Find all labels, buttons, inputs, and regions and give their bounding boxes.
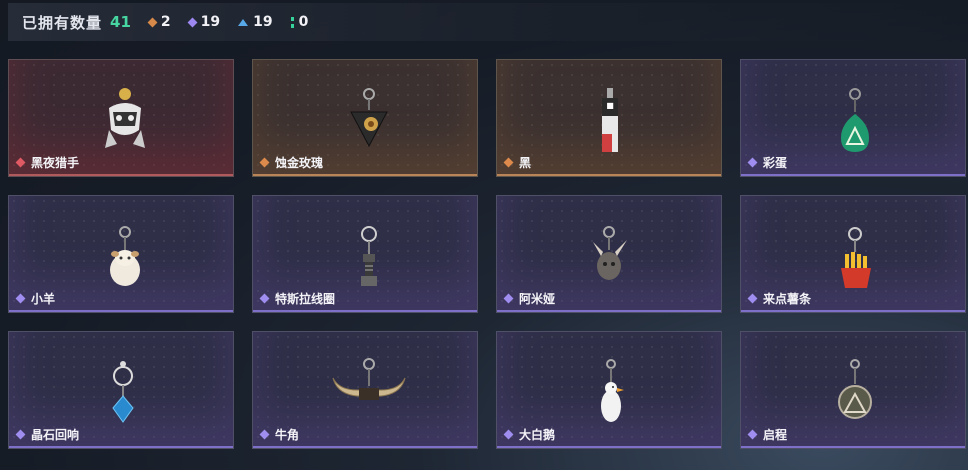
- charm-label: 蚀金玫瑰: [259, 154, 324, 171]
- charm-card-tesla-coil[interactable]: 特斯拉线圈: [252, 195, 478, 313]
- gilded-rose-charm-icon: [350, 88, 388, 148]
- charm-name: 晶石回响: [31, 428, 80, 442]
- charm-label: 来点薯条: [747, 290, 812, 307]
- stat-orange: 2: [147, 14, 171, 30]
- rarity-orange-icon: [503, 157, 514, 168]
- charm-label: 启程: [747, 426, 788, 443]
- charm-name: 来点薯条: [763, 292, 812, 306]
- owned-count: 41: [110, 13, 131, 31]
- green-bar-icon: [290, 16, 294, 28]
- charm-card-bull-horn[interactable]: 牛角: [252, 331, 478, 449]
- stat-purple-value: 19: [200, 14, 221, 30]
- charm-name: 黑: [519, 156, 532, 170]
- charm-card-journey[interactable]: 启程: [740, 331, 966, 449]
- stat-green-value: 0: [298, 14, 309, 30]
- stat-green: 0: [290, 14, 309, 30]
- rarity-purple-icon: [747, 429, 758, 440]
- charm-name: 阿米娅: [519, 292, 556, 306]
- charm-name: 大白鹅: [519, 428, 556, 442]
- charm-card-fries[interactable]: 来点薯条: [740, 195, 966, 313]
- crystal-echo-charm-icon: [112, 361, 134, 423]
- rarity-orange-icon: [259, 157, 270, 168]
- charm-label: 阿米娅: [503, 290, 556, 307]
- tesla-coil-charm-icon: [361, 226, 377, 286]
- stat-blue-value: 19: [253, 14, 273, 30]
- charm-name: 牛角: [275, 428, 300, 442]
- fries-charm-icon: [841, 227, 871, 288]
- rarity-purple-icon: [15, 293, 26, 304]
- charm-card-white-goose[interactable]: 大白鹅: [496, 331, 722, 449]
- rarity-purple-icon: [747, 293, 758, 304]
- stat-orange-value: 2: [160, 14, 171, 30]
- charm-card-night-hunter[interactable]: 黑夜猎手: [8, 59, 234, 177]
- charm-label: 彩蛋: [747, 154, 788, 171]
- owned-label: 已拥有数量: [22, 13, 103, 32]
- charm-label: 大白鹅: [503, 426, 556, 443]
- orange-diamond-icon: [147, 17, 158, 27]
- charm-name: 小羊: [31, 292, 56, 306]
- black-tag-charm-icon: ■: [602, 88, 618, 152]
- charm-card-crystal-echo[interactable]: 晶石回响: [8, 331, 234, 449]
- night-hunter-charm-icon: [105, 88, 145, 148]
- charm-name: 启程: [763, 428, 788, 442]
- charm-name: 蚀金玫瑰: [275, 156, 324, 170]
- rarity-purple-icon: [259, 429, 270, 440]
- rarity-purple-icon: [503, 429, 514, 440]
- charm-label: 小羊: [15, 290, 56, 307]
- journey-charm-icon: [838, 359, 872, 419]
- charm-label: 黑夜猎手: [15, 154, 80, 171]
- charm-card-lamb[interactable]: 小羊: [8, 195, 234, 313]
- charm-name: 特斯拉线圈: [275, 292, 336, 306]
- lamb-charm-icon: [110, 226, 140, 286]
- easter-egg-charm-icon: [841, 88, 869, 152]
- rarity-purple-icon: [503, 293, 514, 304]
- white-goose-charm-icon: [601, 359, 624, 422]
- charm-card-gilded-rose[interactable]: 蚀金玫瑰: [252, 59, 478, 177]
- charm-label: 牛角: [259, 426, 300, 443]
- charm-name: 黑夜猎手: [31, 156, 80, 170]
- charm-card-easter-egg[interactable]: 彩蛋: [740, 59, 966, 177]
- charm-label: 晶石回响: [15, 426, 80, 443]
- stat-purple: 19: [187, 14, 221, 30]
- bull-horn-charm-icon: [332, 358, 406, 400]
- purple-diamond-icon: [187, 17, 198, 27]
- charm-label: 特斯拉线圈: [259, 290, 336, 307]
- rarity-purple-icon: [259, 293, 270, 304]
- blue-triangle-icon: [238, 18, 249, 26]
- rarity-red-icon: [15, 157, 26, 168]
- rarity-purple-icon: [15, 429, 26, 440]
- charm-label: 黑: [503, 154, 532, 171]
- inventory-header: 已拥有数量 41 2 19 19 0: [8, 3, 958, 41]
- charm-name: 彩蛋: [763, 156, 788, 170]
- charm-card-amiya[interactable]: 阿米娅: [496, 195, 722, 313]
- charm-card-black[interactable]: ■ 黑: [496, 59, 722, 177]
- amiya-charm-icon: [593, 226, 627, 280]
- rarity-purple-icon: [747, 157, 758, 168]
- stat-blue: 19: [238, 14, 273, 30]
- svg-text:■: ■: [606, 101, 614, 110]
